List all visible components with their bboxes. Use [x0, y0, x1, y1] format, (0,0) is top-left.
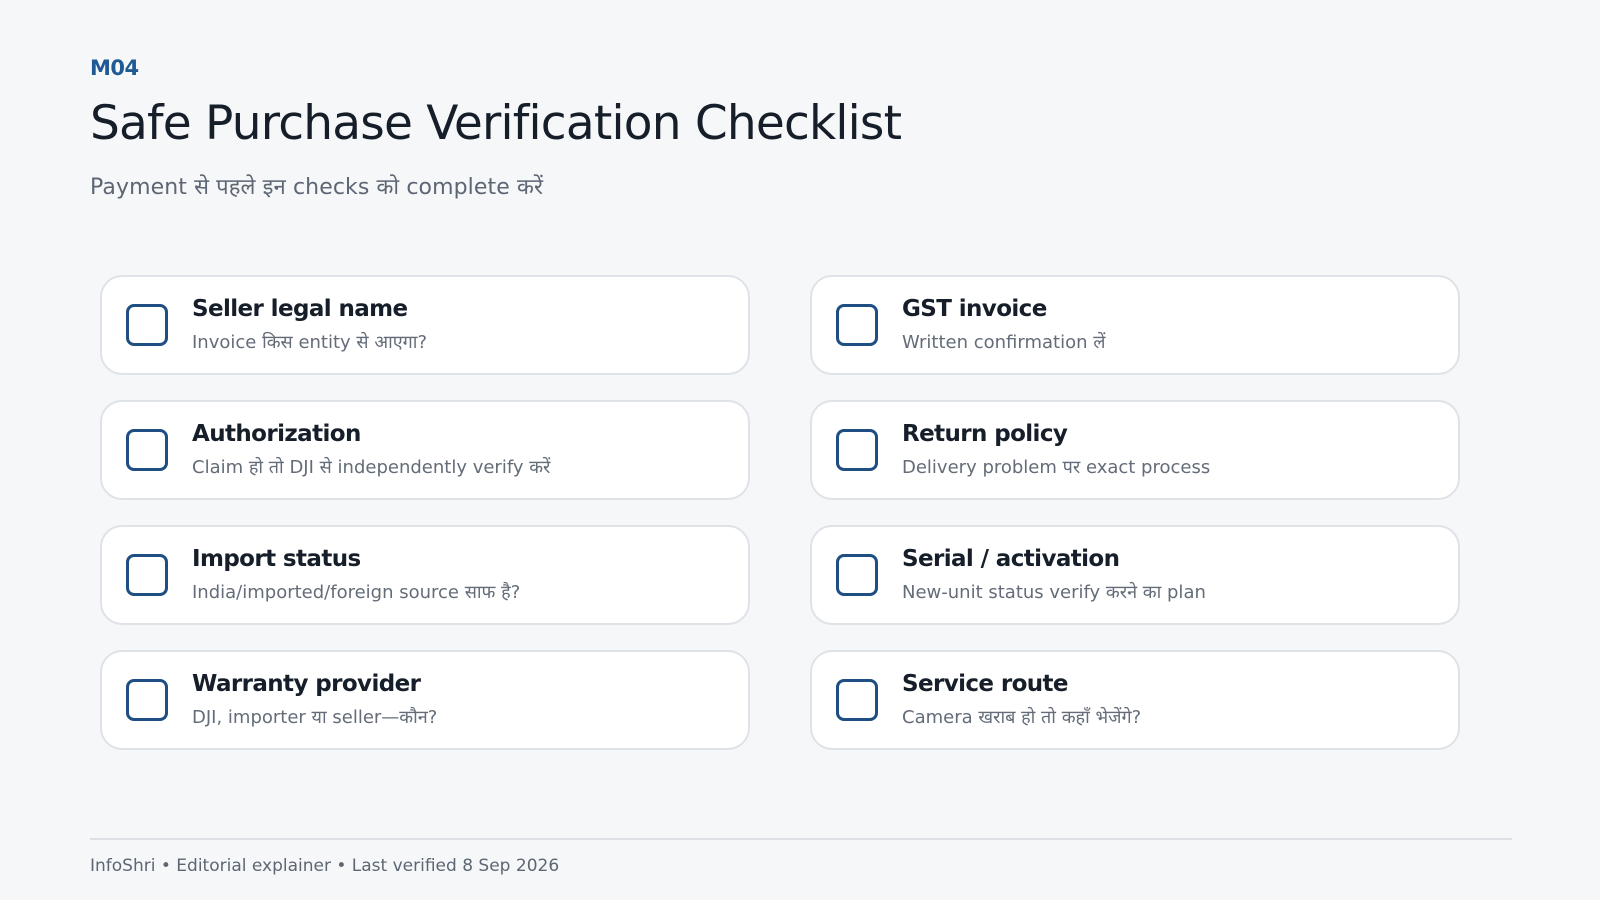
checklist-item-serial-activation[interactable]: Serial / activation New-unit status veri… [810, 525, 1460, 625]
checklist-item-gst-invoice[interactable]: GST invoice Written confirmation लें [810, 275, 1460, 375]
checklist-item-title: Seller legal name [192, 296, 408, 323]
page-header: M04 Safe Purchase Verification Checklist… [90, 56, 1512, 201]
checklist-item-service-route[interactable]: Service route Camera खराब हो तो कहाँ भेज… [810, 650, 1460, 750]
checkbox-icon[interactable] [836, 429, 878, 471]
module-code: M04 [90, 56, 139, 80]
checklist-item-title: Service route [902, 671, 1069, 698]
footer-text: InfoShri • Editorial explainer • Last ve… [90, 856, 560, 876]
checklist-item-description: New-unit status verify करने का plan [902, 582, 1206, 603]
checklist-item-authorization[interactable]: Authorization Claim हो तो DJI से indepen… [100, 400, 750, 500]
checkbox-icon[interactable] [126, 554, 168, 596]
checklist-grid: Seller legal name Invoice किस entity से … [100, 275, 1462, 750]
checklist-item-description: India/imported/foreign source साफ है? [192, 582, 521, 603]
checklist-item-description: Written confirmation लें [902, 332, 1106, 353]
checklist-item-title: GST invoice [902, 296, 1047, 323]
checklist-item-title: Import status [192, 546, 361, 573]
checklist-item-title: Authorization [192, 421, 361, 448]
checklist-item-description: Delivery problem पर exact process [902, 457, 1211, 478]
checklist-item-seller-legal-name[interactable]: Seller legal name Invoice किस entity से … [100, 275, 750, 375]
checklist-item-title: Serial / activation [902, 546, 1120, 573]
checklist-item-warranty-provider[interactable]: Warranty provider DJI, importer या selle… [100, 650, 750, 750]
checkbox-icon[interactable] [836, 304, 878, 346]
checklist-item-import-status[interactable]: Import status India/imported/foreign sou… [100, 525, 750, 625]
checklist-item-description: Invoice किस entity से आएगा? [192, 332, 428, 353]
checklist-item-return-policy[interactable]: Return policy Delivery problem पर exact … [810, 400, 1460, 500]
checkbox-icon[interactable] [836, 554, 878, 596]
checklist-item-title: Return policy [902, 421, 1068, 448]
checkbox-icon[interactable] [126, 679, 168, 721]
checkbox-icon[interactable] [126, 304, 168, 346]
page-title: Safe Purchase Verification Checklist [90, 96, 902, 151]
checklist-item-description: Camera खराब हो तो कहाँ भेजेंगे? [902, 707, 1142, 728]
page-subtitle: Payment से पहले इन checks को complete कर… [90, 175, 544, 201]
checklist-item-description: Claim हो तो DJI से independently verify … [192, 457, 551, 478]
checkbox-icon[interactable] [126, 429, 168, 471]
checkbox-icon[interactable] [836, 679, 878, 721]
checklist-item-description: DJI, importer या seller—कौन? [192, 707, 438, 728]
footer-divider [90, 838, 1512, 840]
checklist-item-title: Warranty provider [192, 671, 421, 698]
